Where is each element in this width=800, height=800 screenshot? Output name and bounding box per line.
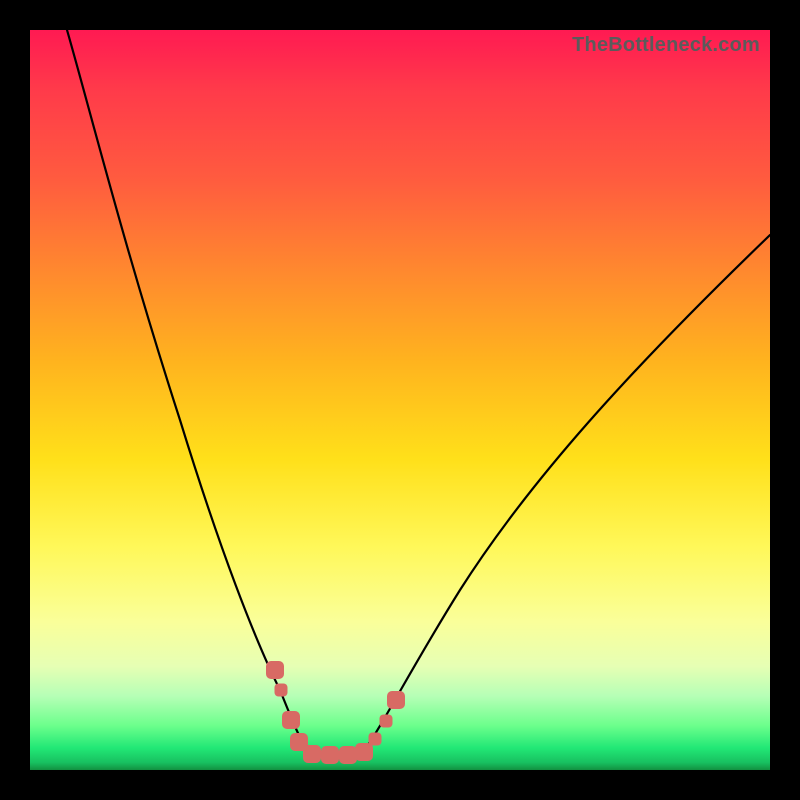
marker-point	[369, 733, 382, 746]
marker-point	[380, 715, 393, 728]
marker-point	[303, 745, 321, 763]
marker-point	[275, 684, 288, 697]
chart-svg	[30, 30, 770, 770]
plot-area: TheBottleneck.com	[30, 30, 770, 770]
marker-point	[355, 743, 373, 761]
marker-point	[266, 661, 284, 679]
marker-point	[321, 746, 339, 764]
stage: TheBottleneck.com	[0, 0, 800, 800]
marker-point	[282, 711, 300, 729]
curve-left-branch	[67, 30, 308, 752]
marker-point	[387, 691, 405, 709]
curve-right-branch	[363, 235, 770, 752]
